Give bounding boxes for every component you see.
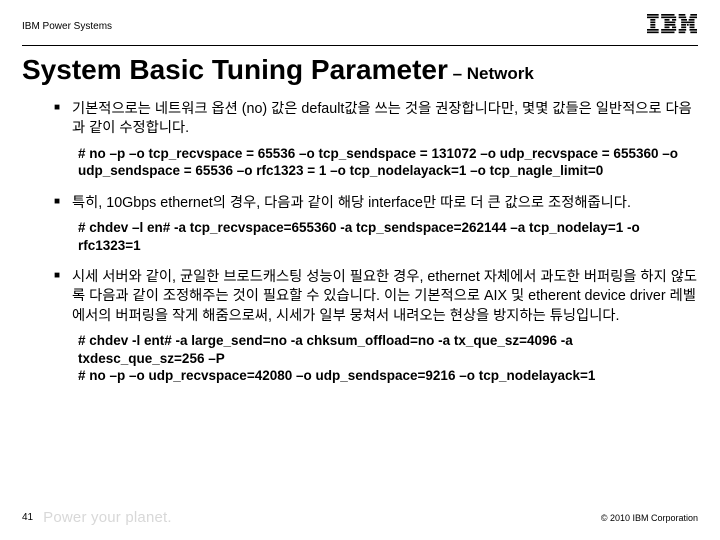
tagline-text: Power your planet.: [43, 509, 172, 526]
slide-title: System Basic Tuning Parameter – Network: [22, 54, 698, 86]
bullet-text: 특히, 10Gbps ethernet의 경우, 다음과 같이 해당 inter…: [72, 195, 631, 211]
bullet-text: 시세 서버와 같이, 균일한 브로드캐스팅 성능이 필요한 경우, ethern…: [72, 269, 697, 324]
command-block: # no –p –o tcp_recvspace = 65536 –o tcp_…: [78, 145, 698, 180]
ibm-logo-icon: [646, 14, 698, 34]
copyright-text: © 2010 IBM Corporation: [601, 513, 698, 523]
slide-page: IBM Power Systems: [0, 0, 720, 540]
bullet-item: 특히, 10Gbps ethernet의 경우, 다음과 같이 해당 inter…: [54, 194, 698, 213]
bullet-text: 기본적으로는 네트워크 옵션 (no) 값은 default값을 쓰는 것을 권…: [72, 101, 692, 136]
bullet-item: 시세 서버와 같이, 균일한 브로드캐스팅 성능이 필요한 경우, ethern…: [54, 268, 698, 326]
slide-content: 기본적으로는 네트워크 옵션 (no) 값은 default값을 쓰는 것을 권…: [22, 100, 698, 385]
slide-footer: 41 Power your planet. © 2010 IBM Corpora…: [22, 509, 698, 526]
command-block: # chdev -l ent# -a large_send=no -a chks…: [78, 332, 698, 385]
product-line-text: IBM Power Systems: [22, 21, 112, 32]
footer-left: 41 Power your planet.: [22, 509, 172, 526]
bullet-item: 기본적으로는 네트워크 옵션 (no) 값은 default값을 쓰는 것을 권…: [54, 100, 698, 139]
slide-header: IBM Power Systems: [22, 14, 698, 46]
ibm-logo: [646, 14, 698, 39]
title-main: System Basic Tuning Parameter: [22, 54, 448, 85]
title-sub: – Network: [448, 64, 534, 83]
command-block: # chdev –l en# -a tcp_recvspace=655360 -…: [78, 219, 698, 254]
page-number: 41: [22, 512, 33, 523]
